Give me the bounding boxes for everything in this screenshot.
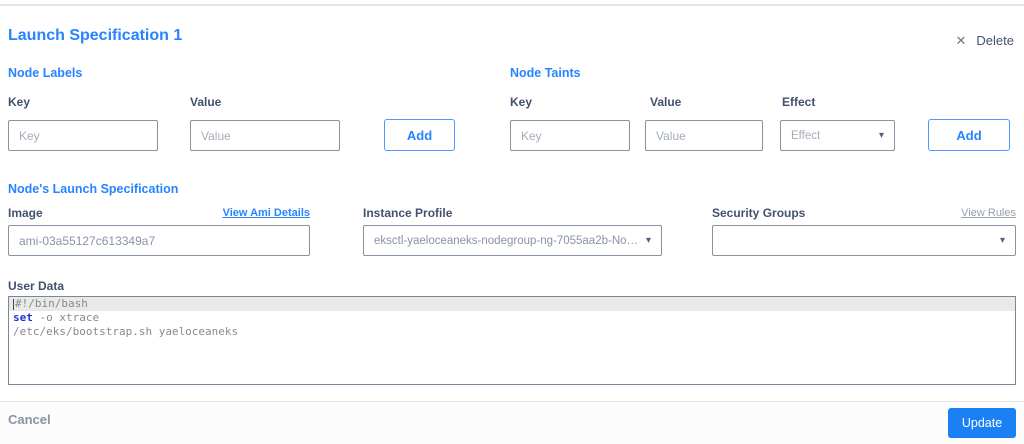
launch-spec-panel: Launch Specification 1 ✕ Delete Node Lab… [0, 0, 1024, 444]
code-line-2: set -o xtrace [9, 311, 1015, 325]
image-input[interactable] [8, 225, 310, 256]
node-labels-heading: Node Labels [8, 66, 83, 80]
delete-button-label: Delete [976, 33, 1014, 48]
code-line-1: #!/bin/bash [9, 297, 1015, 311]
chevron-down-icon: ▾ [999, 235, 1005, 246]
view-ami-details-link[interactable]: View Ami Details [223, 207, 310, 219]
node-labels-value-label: Value [190, 95, 222, 109]
code-line-3-text: /etc/eks/bootstrap.sh yaeloceaneks [13, 325, 239, 338]
image-label: Image [8, 206, 43, 220]
effect-select-placeholder: Effect [791, 129, 821, 142]
node-labels-key-input[interactable] [8, 120, 158, 151]
node-taints-add-button[interactable]: Add [928, 119, 1010, 151]
footer-bar [0, 401, 1024, 444]
launch-spec-heading: Node's Launch Specification [8, 182, 179, 196]
node-taints-heading: Node Taints [510, 66, 581, 80]
code-line-2-text: -o xtrace [32, 311, 100, 324]
node-labels-value-input[interactable] [190, 120, 340, 151]
text-cursor [13, 298, 14, 310]
node-taints-key-label: Key [510, 95, 533, 109]
node-taints-effect-label: Effect [782, 95, 816, 109]
node-taints-value-label: Value [650, 95, 682, 109]
instance-profile-select[interactable]: eksctl-yaeloceaneks-nodegroup-ng-7055aa2… [363, 225, 662, 256]
code-line-1-text: #!/bin/bash [15, 297, 88, 310]
close-icon: ✕ [955, 33, 967, 48]
node-labels-key-label: Key [8, 95, 31, 109]
chevron-down-icon: ▾ [645, 235, 651, 246]
top-divider [0, 4, 1024, 6]
security-groups-label: Security Groups [712, 206, 806, 220]
page-title: Launch Specification 1 [8, 27, 183, 44]
code-keyword: set [13, 311, 33, 324]
instance-profile-label: Instance Profile [363, 206, 453, 220]
code-line-3: /etc/eks/bootstrap.sh yaeloceaneks [9, 325, 1015, 339]
update-button[interactable]: Update [948, 408, 1016, 438]
security-groups-select[interactable]: ▾ [712, 225, 1016, 256]
view-rules-link[interactable]: View Rules [961, 207, 1016, 219]
user-data-editor[interactable]: #!/bin/bash set -o xtrace /etc/eks/boots… [8, 296, 1016, 385]
instance-profile-value: eksctl-yaeloceaneks-nodegroup-ng-7055aa2… [374, 234, 640, 247]
chevron-down-icon: ▾ [878, 130, 884, 141]
node-taints-effect-select[interactable]: Effect ▾ [780, 120, 895, 151]
node-labels-add-button[interactable]: Add [384, 119, 455, 151]
node-taints-key-input[interactable] [510, 120, 630, 151]
cancel-button[interactable]: Cancel [8, 412, 51, 427]
delete-button[interactable]: ✕ Delete [956, 33, 1014, 48]
node-taints-value-input[interactable] [645, 120, 763, 151]
user-data-label: User Data [8, 279, 65, 293]
